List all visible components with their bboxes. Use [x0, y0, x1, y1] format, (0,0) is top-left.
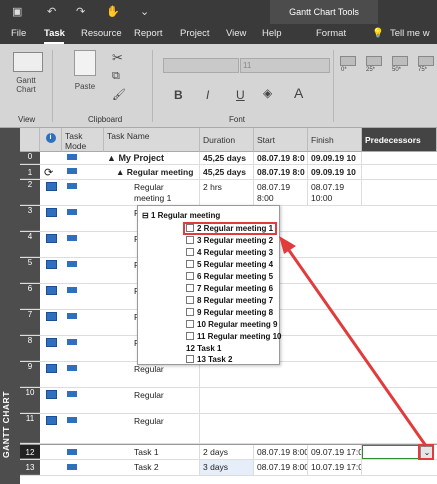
arrow-line [284, 245, 428, 447]
arrow-head [279, 236, 296, 254]
annotation-arrow [279, 236, 428, 447]
